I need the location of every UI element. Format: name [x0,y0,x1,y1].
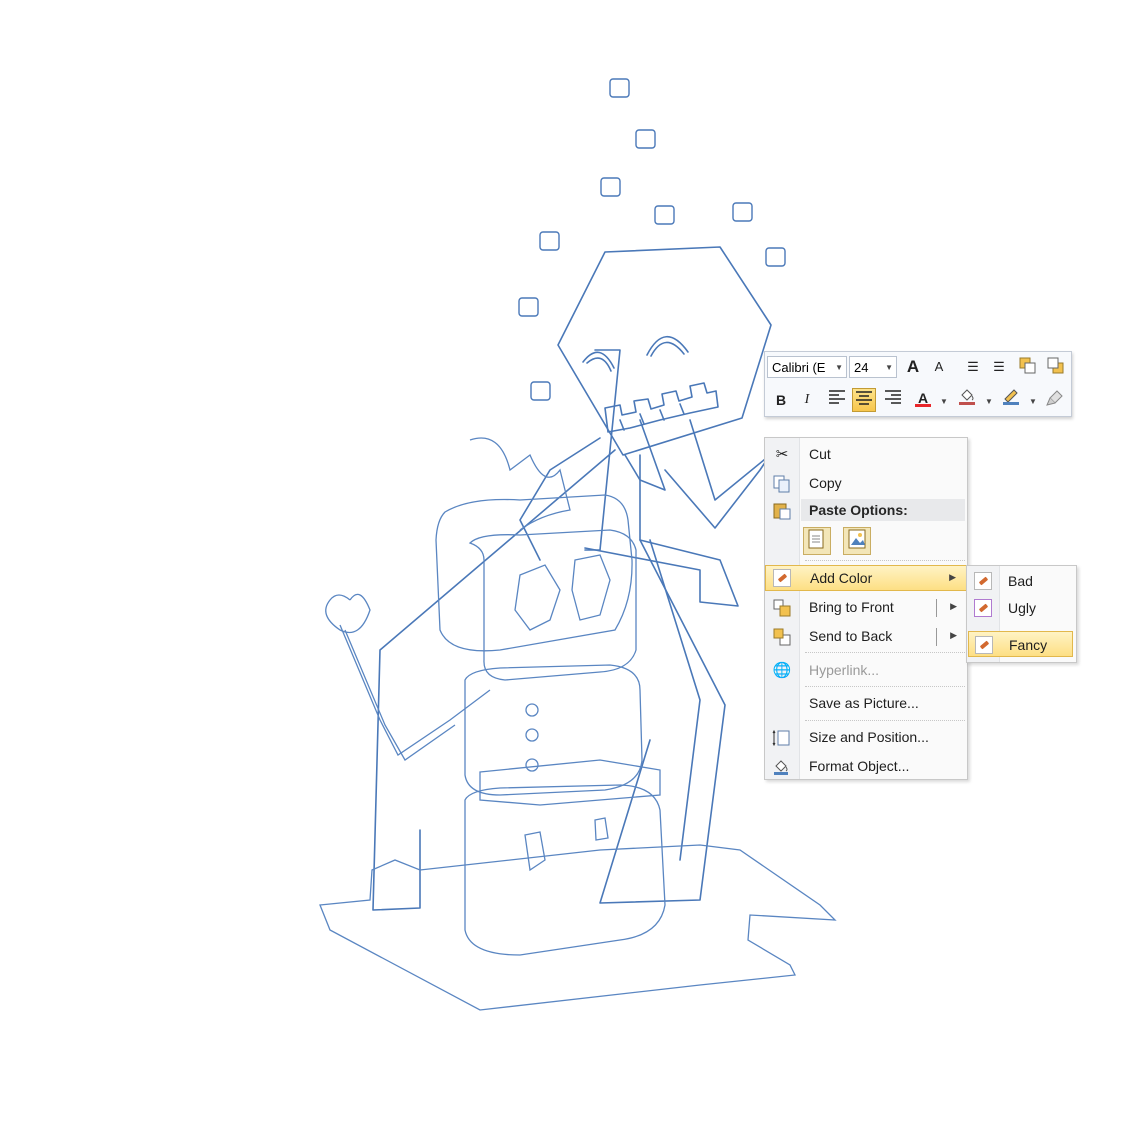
clipboard-icon [772,501,792,521]
menu-item-size-and-position[interactable]: Size and Position... [765,725,967,751]
send-backward-button[interactable] [1043,355,1067,379]
menu-item-add-color[interactable]: Add Color ▶ [765,565,967,591]
pencil-icon [1003,389,1019,405]
submenu-item-ugly[interactable]: Ugly [968,595,1073,621]
bold-button[interactable]: B [769,388,793,412]
submenu-arrow-icon[interactable]: ▶ [950,630,957,641]
submenu-item-label: Ugly [1008,600,1037,616]
base-outline [319,844,837,1011]
menu-item-bring-to-front[interactable]: Bring to Front ▶ [765,595,967,621]
menu-separator [805,652,965,653]
decrease-indent-button[interactable]: ☰ [961,355,985,379]
skeleton-figure [372,246,772,911]
align-left-icon [829,390,845,404]
submenu-item-label: Fancy [1009,637,1048,653]
paintbrush-icon [1046,390,1063,406]
selection-handles[interactable] [518,78,786,401]
pen-icon [974,572,992,590]
align-left-button[interactable] [825,388,849,412]
menu-item-label: Bring to Front [809,599,894,615]
menu-item-copy[interactable]: Copy [765,471,967,497]
align-right-icon [885,390,901,404]
menu-item-label: Send to Back [809,628,893,644]
mini-toolbar: Calibri (E ▼ 24 ▼ A A ☰ ☰ B I A ▼ ▼ ▼ [764,351,1072,417]
font-name-value: Calibri (E [772,360,826,375]
align-right-button[interactable] [881,388,905,412]
font-name-dropdown[interactable]: Calibri (E ▼ [767,356,847,378]
increase-indent-button[interactable]: ☰ [987,355,1011,379]
menu-item-save-as-picture[interactable]: Save as Picture... [765,691,967,717]
submenu-arrow-icon: ▶ [949,572,956,582]
split-divider [936,599,937,617]
menu-item-label: Size and Position... [809,729,929,745]
pen-icon [974,599,992,617]
pen-icon [975,636,993,654]
font-color-swatch [915,404,931,407]
paste-document-icon [808,529,824,549]
align-center-icon [856,391,872,405]
menu-separator [805,720,965,721]
paste-keep-source-button[interactable] [803,527,831,555]
pen-icon [773,569,793,589]
menu-item-label: Copy [809,475,842,491]
add-color-submenu: Bad Ugly Fancy [966,565,1077,663]
paste-options-label: Paste Options: [809,502,908,518]
menu-item-label: Cut [809,446,831,462]
shrink-font-button[interactable]: A [927,355,951,379]
format-painter-button[interactable] [1043,388,1067,412]
font-size-dropdown[interactable]: 24 ▼ [849,356,897,378]
menu-item-cut[interactable]: ✂ Cut [765,442,967,468]
menu-item-label: Save as Picture... [809,695,919,711]
grow-font-button[interactable]: A [901,355,925,379]
submenu-item-fancy[interactable]: Fancy [968,631,1073,657]
align-center-button[interactable] [852,388,876,412]
size-position-icon [772,728,792,748]
submenu-item-label: Bad [1008,573,1033,589]
ice-cube-figure [325,437,666,956]
format-object-icon [772,757,792,777]
outline-color-dropdown-icon[interactable]: ▼ [1029,397,1037,406]
outline-color-button[interactable] [999,386,1023,410]
send-backward-icon [1047,357,1064,374]
menu-item-send-to-back[interactable]: Send to Back ▶ [765,624,967,650]
paste-picture-icon [848,529,866,549]
menu-item-hyperlink[interactable]: 🌐 Hyperlink... [765,658,967,684]
paste-as-picture-button[interactable] [843,527,871,555]
bring-forward-button[interactable] [1015,355,1039,379]
fill-color-dropdown-icon[interactable]: ▼ [985,397,993,406]
menu-separator [805,686,965,687]
font-color-dropdown-icon[interactable]: ▼ [940,397,948,406]
menu-item-format-object[interactable]: Format Object... [765,754,967,779]
font-color-button[interactable]: A [911,386,935,410]
font-size-value: 24 [854,360,869,375]
submenu-arrow-icon[interactable]: ▶ [950,601,957,612]
globe-link-icon: 🌐 [772,662,792,679]
menu-item-label: Hyperlink... [809,662,880,678]
menu-separator [805,560,965,561]
bring-forward-icon [1019,357,1036,374]
paint-bucket-icon [959,389,975,405]
bring-to-front-icon [772,598,792,618]
fill-color-button[interactable] [955,386,979,410]
copy-icon [772,474,792,494]
scissors-icon: ✂ [775,446,789,463]
menu-item-label: Format Object... [809,758,910,774]
send-to-back-icon [772,627,792,647]
context-menu: ✂ Cut Copy Paste Options: Add Color ▶ Br… [764,437,968,780]
paste-options-header: Paste Options: [801,499,965,521]
split-divider [936,628,937,646]
chevron-down-icon: ▼ [835,363,843,372]
italic-button[interactable]: I [795,388,819,412]
chevron-down-icon: ▼ [885,363,893,372]
menu-item-label: Add Color [810,570,873,586]
submenu-item-bad[interactable]: Bad [968,568,1073,594]
